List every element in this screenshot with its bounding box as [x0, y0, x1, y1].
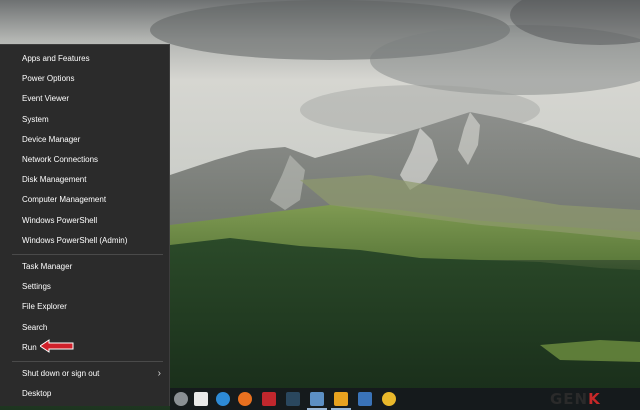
menu-item-label: Network Connections — [22, 155, 99, 164]
menu-item-label: Windows PowerShell (Admin) — [22, 235, 128, 245]
menu-item-label: Apps and Features — [22, 54, 90, 63]
menu-item-label: Search — [22, 322, 48, 332]
menu-item-label: Disk Management — [22, 175, 87, 185]
steam-icon[interactable] — [286, 392, 300, 406]
menu-item-disk-management[interactable]: Disk Management — [0, 170, 169, 190]
apple-icon[interactable] — [174, 392, 188, 406]
menu-item-windows-powershell-admin[interactable]: Windows PowerShell (Admin) — [0, 231, 169, 251]
menu-item-label: Run — [22, 342, 37, 352]
menu-item-shut-down-or-sign-out[interactable]: Shut down or sign out › — [0, 364, 169, 384]
menu-item-label: Power Options — [22, 74, 75, 84]
menu-item-label: Settings — [22, 282, 51, 292]
edge-icon[interactable] — [216, 392, 230, 406]
genk-watermark: GENK — [550, 390, 636, 408]
watermark-prefix: GEN — [550, 390, 589, 408]
menu-item-label: Event Viewer — [22, 94, 69, 104]
filezilla-icon[interactable] — [262, 392, 276, 406]
menu-item-label: Device Manager — [22, 134, 81, 144]
menu-item-label: File Explorer — [22, 302, 67, 312]
menu-item-label: Desktop — [22, 389, 52, 399]
firefox-icon[interactable] — [238, 392, 252, 406]
menu-item-system[interactable]: System — [0, 110, 169, 130]
menu-item-run[interactable]: Run — [0, 338, 169, 358]
menu-item-label: Task Manager — [22, 262, 73, 271]
menu-item-power-options[interactable]: Power Options — [0, 69, 169, 89]
menu-item-file-explorer[interactable]: File Explorer — [0, 297, 169, 317]
menu-item-network-connections[interactable]: Network Connections — [0, 150, 169, 170]
menu-item-device-manager[interactable]: Device Manager — [0, 130, 169, 150]
menu-item-label: Computer Management — [22, 195, 107, 205]
menu-item-label: Windows PowerShell — [22, 215, 98, 225]
menu-item-settings[interactable]: Settings — [0, 277, 169, 297]
menu-item-task-manager[interactable]: Task Manager — [0, 257, 169, 277]
menu-separator — [12, 254, 163, 255]
menu-item-search[interactable]: Search — [0, 318, 169, 338]
menu-item-computer-management[interactable]: Computer Management — [0, 190, 169, 210]
menu-separator — [12, 361, 163, 362]
watermark-suffix: K — [588, 390, 601, 408]
notepad-icon[interactable] — [310, 392, 324, 406]
menu-item-desktop[interactable]: Desktop — [0, 384, 169, 404]
media-player-icon[interactable] — [334, 392, 348, 406]
photos-icon[interactable] — [358, 392, 372, 406]
winx-power-user-menu: Apps and Features Power Options Event View… — [0, 44, 170, 406]
menu-item-label: Shut down or sign out — [22, 369, 100, 378]
chrome-icon[interactable] — [382, 392, 396, 406]
chevron-right-icon: › — [157, 368, 161, 379]
blender-icon[interactable] — [194, 392, 208, 406]
menu-item-windows-powershell[interactable]: Windows PowerShell — [0, 211, 169, 231]
menu-item-label: System — [22, 114, 49, 124]
red-arrow-annotation — [40, 339, 74, 353]
menu-item-event-viewer[interactable]: Event Viewer — [0, 89, 169, 109]
menu-item-apps-and-features[interactable]: Apps and Features — [0, 49, 169, 69]
